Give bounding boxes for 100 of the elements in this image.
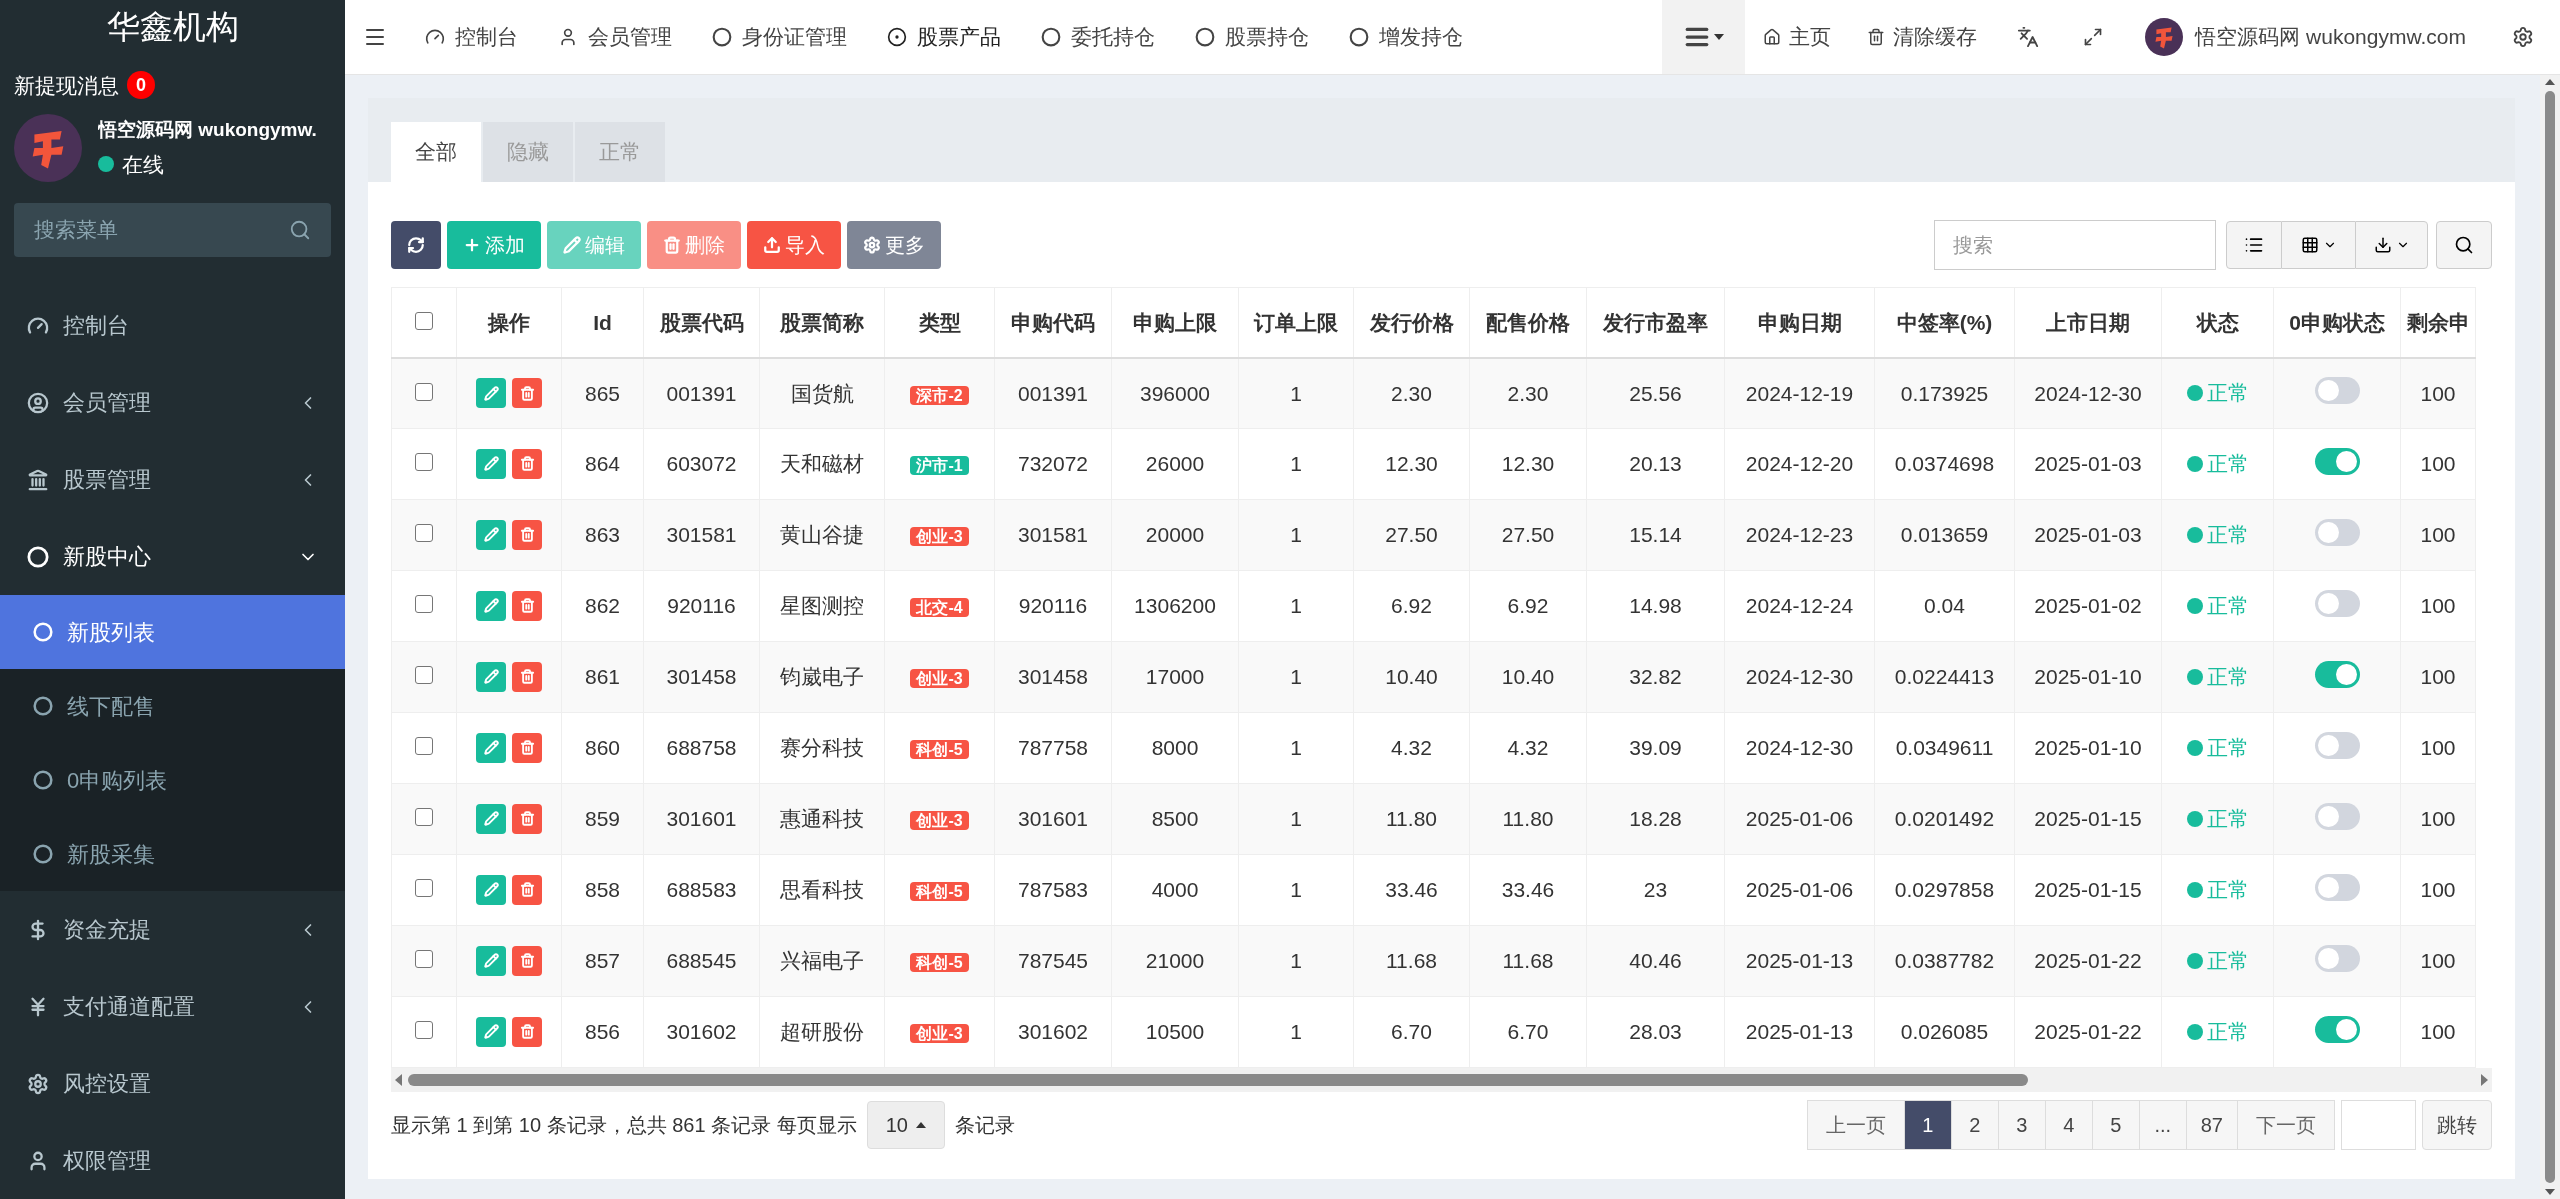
toggle-switch[interactable]	[2314, 660, 2360, 688]
delete-button[interactable]	[512, 874, 542, 905]
row-checkbox[interactable]	[415, 666, 433, 685]
delete-button[interactable]	[512, 803, 542, 834]
table-cell: 0.0387782	[1894, 949, 1995, 973]
delete-button[interactable]	[512, 732, 542, 763]
fullscreen-icon[interactable]	[2083, 27, 2104, 47]
table-cell: 603072	[666, 452, 737, 476]
nav-tab[interactable]: 股票持仓	[1175, 0, 1329, 74]
row-checkbox[interactable]	[415, 808, 433, 827]
page-button[interactable]: ...	[2138, 1100, 2187, 1150]
delete-button[interactable]	[512, 1016, 542, 1047]
sidebar-item[interactable]: 股票管理	[0, 441, 345, 518]
user-name[interactable]: 悟空源码网 wukongymw.com	[2195, 21, 2466, 53]
toggle-switch[interactable]	[2314, 447, 2360, 475]
sidebar-item[interactable]: 控制台	[0, 287, 345, 364]
row-checkbox[interactable]	[415, 524, 433, 543]
edit-button[interactable]	[476, 945, 506, 976]
brand-title: 华鑫机构	[106, 7, 239, 47]
sidebar-item[interactable]: 风控设置	[0, 1045, 345, 1122]
prev-page-button[interactable]: 上一页	[1806, 1100, 1905, 1150]
edit-button[interactable]	[476, 1016, 506, 1047]
toggle-switch[interactable]	[2314, 589, 2360, 617]
delete-button[interactable]	[512, 448, 542, 479]
page-button[interactable]: 87	[2185, 1100, 2238, 1150]
page-size-dropdown[interactable]: 10	[866, 1101, 945, 1149]
submenu-item[interactable]: 新股列表	[0, 595, 345, 669]
submenu-item[interactable]: 0申购列表	[0, 743, 345, 817]
sidebar-item[interactable]: 资金充提	[0, 891, 345, 968]
toggle-switch[interactable]	[2314, 802, 2360, 830]
nav-tab[interactable]: 身份证管理	[692, 0, 867, 74]
delete-button[interactable]	[512, 378, 542, 408]
export-dropdown-button[interactable]	[2355, 221, 2428, 269]
nav-tab[interactable]: 会员管理	[538, 0, 692, 74]
toggle-switch[interactable]	[2314, 1015, 2360, 1043]
sidebar-item[interactable]: 权限管理	[0, 1122, 345, 1199]
settings-icon[interactable]	[2512, 26, 2534, 48]
row-checkbox[interactable]	[415, 382, 433, 401]
jump-button[interactable]: 跳转	[2422, 1100, 2492, 1150]
row-checkbox[interactable]	[415, 311, 433, 330]
nav-tab[interactable]: 控制台	[405, 0, 538, 74]
row-checkbox[interactable]	[415, 1021, 433, 1040]
table-cell: 2025-01-02	[2034, 594, 2142, 618]
submenu-item[interactable]: 新股采集	[0, 817, 345, 891]
table-cell: 39.09	[1629, 736, 1682, 760]
toggle-switch[interactable]	[2314, 944, 2360, 972]
edit-button[interactable]	[476, 519, 506, 550]
delete-button[interactable]	[512, 661, 542, 692]
row-checkbox[interactable]	[415, 737, 433, 756]
page-number-field[interactable]	[2341, 1100, 2416, 1150]
table-cell: 0.0297858	[1894, 878, 1995, 902]
edit-button[interactable]	[476, 874, 506, 905]
page-button[interactable]: 3	[1997, 1100, 2046, 1150]
nav-tab[interactable]: 增发持仓	[1329, 0, 1483, 74]
toggle-switch[interactable]	[2314, 873, 2360, 901]
delete-button[interactable]	[512, 590, 542, 621]
menu-search-field[interactable]: 搜索菜单	[14, 203, 331, 257]
row-checkbox[interactable]	[415, 595, 433, 614]
horizontal-scrollbar[interactable]	[391, 1068, 2492, 1092]
page-button[interactable]: 5	[2091, 1100, 2140, 1150]
sidebar-item[interactable]: 支付通道配置	[0, 968, 345, 1045]
status-text: 正常	[2206, 876, 2249, 903]
button-icon	[663, 236, 681, 254]
page-button[interactable]: 4	[2044, 1100, 2093, 1150]
toggle-switch[interactable]	[2314, 518, 2360, 546]
clear-cache-link[interactable]: 清除缓存	[1849, 21, 1996, 53]
page-button[interactable]: 2	[1950, 1100, 1999, 1150]
vertical-scrollbar[interactable]	[2540, 75, 2560, 1199]
row-checkbox[interactable]	[415, 879, 433, 898]
toolbar-button[interactable]	[391, 221, 441, 269]
delete-button[interactable]	[512, 519, 542, 550]
submenu-item[interactable]: 线下配售	[0, 669, 345, 743]
list-dropdown-button[interactable]	[1662, 0, 1746, 74]
sidebar-item[interactable]: 会员管理	[0, 364, 345, 441]
home-link[interactable]: 主页	[1745, 21, 1850, 53]
toggle-switch[interactable]	[2314, 731, 2360, 759]
row-checkbox[interactable]	[415, 453, 433, 472]
table-cell: 25.56	[1629, 381, 1682, 405]
filter-tab[interactable]: 全部	[391, 122, 481, 182]
toggle-view-button[interactable]	[2226, 221, 2282, 269]
page-button[interactable]: 1	[1903, 1100, 1952, 1150]
edit-button[interactable]	[476, 448, 506, 479]
row-checkbox[interactable]	[415, 950, 433, 969]
edit-button[interactable]	[476, 590, 506, 621]
columns-dropdown-button[interactable]	[2282, 221, 2355, 269]
edit-button[interactable]	[476, 803, 506, 834]
translate-icon[interactable]	[2017, 26, 2040, 48]
sidebar-item[interactable]: 新股中心	[0, 518, 345, 595]
toggle-switch[interactable]	[2314, 377, 2360, 404]
nav-tab[interactable]: 股票产品	[867, 0, 1021, 74]
search-button[interactable]	[2436, 221, 2492, 269]
toolbar-button[interactable]: 更多	[847, 221, 941, 269]
button-icon	[763, 236, 781, 254]
table-search-field[interactable]: 搜索	[1934, 220, 2216, 270]
next-page-button[interactable]: 下一页	[2237, 1100, 2335, 1150]
nav-tab[interactable]: 委托持仓	[1021, 0, 1175, 74]
edit-button[interactable]	[476, 661, 506, 692]
delete-button[interactable]	[512, 945, 542, 976]
edit-button[interactable]	[476, 732, 506, 763]
edit-button[interactable]	[476, 378, 506, 408]
